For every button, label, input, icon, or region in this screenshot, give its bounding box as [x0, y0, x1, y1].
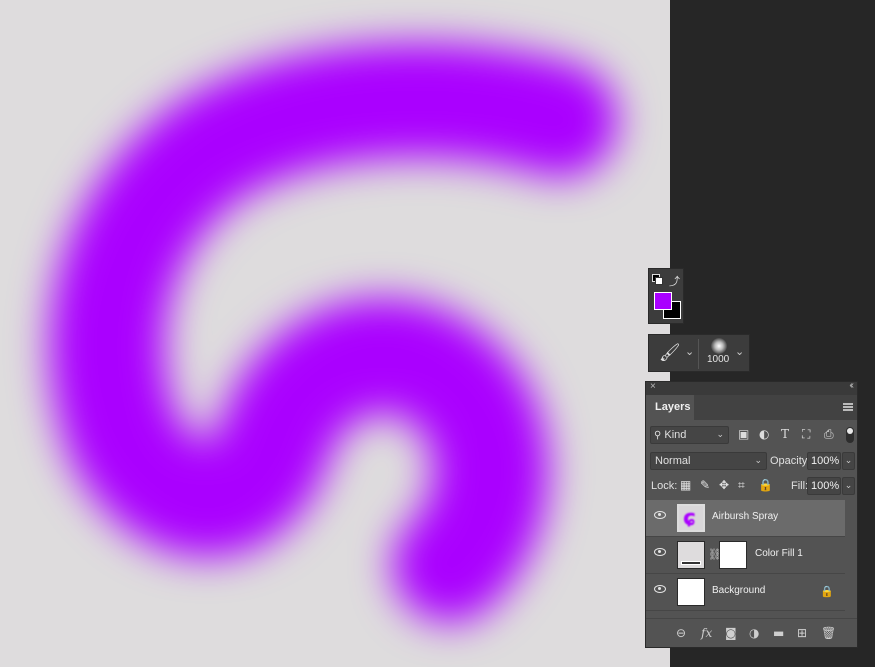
airbrush-stroke: [49, 42, 618, 623]
filter-kind-select[interactable]: ⚲ Kind ⌄: [650, 426, 729, 444]
layers-panel: × ‹‹ Layers ⚲ Kind ⌄ ▣ ◐ T ⛶ ⎙ Normal ⌄ …: [645, 380, 858, 648]
default-colors-icon[interactable]: [652, 274, 664, 286]
color-swatches: ⤴: [648, 268, 684, 324]
brush-size: 1000: [707, 354, 730, 365]
image-filter-icon[interactable]: ▣: [738, 427, 749, 441]
layer-thumbnail: ɕ: [677, 504, 705, 532]
collapse-panel-icon[interactable]: ‹‹: [849, 380, 853, 391]
filter-row: ⚲ Kind ⌄ ▣ ◐ T ⛶ ⎙: [646, 426, 857, 446]
foreground-color-swatch[interactable]: [654, 292, 672, 310]
blend-mode-value: Normal: [655, 455, 691, 467]
lock-image-pixels-icon[interactable]: ✎: [700, 478, 710, 492]
brush-options-bar: 🖌 ⌄ 1000 ⌄: [648, 334, 750, 372]
fill-input[interactable]: 100%: [807, 477, 841, 495]
layers-list: ɕ Airbursh Spray ⛓ Color Fill 1 Backgrou…: [646, 500, 857, 612]
close-panel-icon[interactable]: ×: [650, 381, 656, 392]
smart-object-filter-icon[interactable]: ⎙: [824, 427, 834, 442]
adjustment-layer-icon[interactable]: ◑: [749, 626, 759, 640]
divider: [698, 339, 699, 369]
fill-layer-thumbnail[interactable]: [677, 541, 705, 569]
add-mask-icon[interactable]: ◙: [725, 626, 737, 640]
lock-artboard-icon[interactable]: ⌗: [738, 478, 745, 493]
fill-label: Fill:: [791, 480, 809, 492]
lock-row: Lock: ▦ ✎ ✥ ⌗ 🔒 Fill: 100% ⌄: [646, 477, 857, 497]
lock-all-icon[interactable]: 🔒: [758, 478, 773, 492]
panel-menu-icon[interactable]: [843, 403, 853, 411]
panel-title-strip: × ‹‹: [646, 380, 857, 395]
layer-lock-icon[interactable]: 🔒: [820, 585, 834, 598]
layers-bottom-bar: ⊖ fx ◙ ◑ ▬ ⊞ 🗑: [646, 618, 857, 648]
shape-filter-icon[interactable]: ⛶: [802, 427, 810, 442]
opacity-input[interactable]: 100%: [807, 452, 841, 470]
brush-preset-chevron-icon[interactable]: ⌄: [685, 345, 694, 358]
fill-chevron-icon[interactable]: ⌄: [842, 477, 855, 495]
search-icon: ⚲: [654, 430, 662, 441]
blend-mode-select[interactable]: Normal ⌄: [650, 452, 767, 470]
link-layers-icon[interactable]: ⊖: [676, 626, 686, 640]
filter-kind-label: Kind: [664, 429, 687, 441]
new-layer-icon[interactable]: ⊞: [797, 626, 807, 640]
visibility-eye-icon[interactable]: [654, 548, 666, 556]
brush-size-chevron-icon[interactable]: ⌄: [735, 345, 744, 358]
chevron-down-icon: ⌄: [754, 455, 762, 465]
lock-transparent-pixels-icon[interactable]: ▦: [680, 478, 691, 492]
new-group-icon[interactable]: ▬: [773, 626, 784, 640]
opacity-chevron-icon[interactable]: ⌄: [842, 452, 855, 470]
visibility-eye-icon[interactable]: [654, 585, 666, 593]
lock-label: Lock:: [651, 480, 678, 492]
brush-icon[interactable]: 🖌: [659, 343, 681, 363]
layer-row-background[interactable]: Background 🔒: [646, 574, 845, 611]
tab-layers[interactable]: Layers: [646, 395, 694, 420]
layer-name[interactable]: Color Fill 1: [755, 548, 803, 559]
chevron-down-icon: ⌄: [716, 429, 724, 439]
blend-row: Normal ⌄ Opacity: 100% ⌄: [646, 452, 857, 472]
filter-toggle[interactable]: [846, 427, 854, 443]
brush-tip-preview[interactable]: [711, 338, 727, 354]
visibility-eye-icon[interactable]: [654, 511, 666, 519]
layer-name[interactable]: Background: [712, 585, 765, 596]
layer-row-airbrush-spray[interactable]: ɕ Airbursh Spray: [646, 500, 845, 537]
adjustment-filter-icon[interactable]: ◐: [759, 427, 769, 441]
layer-row-color-fill[interactable]: ⛓ Color Fill 1: [646, 537, 845, 574]
type-filter-icon[interactable]: T: [781, 427, 789, 441]
layer-thumbnail: [677, 578, 705, 606]
trash-icon[interactable]: 🗑: [821, 626, 836, 640]
layer-name[interactable]: Airbursh Spray: [712, 511, 778, 522]
panel-tabs: Layers: [646, 395, 857, 420]
layer-mask-thumbnail[interactable]: [719, 541, 747, 569]
swap-colors-icon[interactable]: ⤴: [669, 273, 680, 289]
lock-position-icon[interactable]: ✥: [719, 478, 729, 492]
fx-icon[interactable]: fx: [701, 626, 712, 640]
document-canvas[interactable]: [0, 0, 670, 667]
opacity-label: Opacity:: [770, 455, 811, 467]
